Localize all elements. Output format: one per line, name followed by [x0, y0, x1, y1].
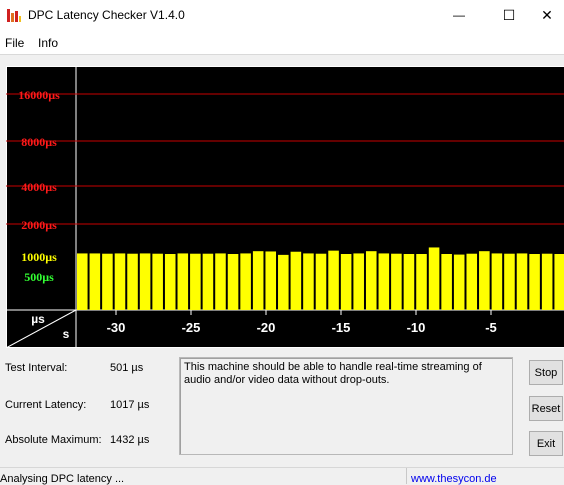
title-bar: DPC Latency Checker V1.4.0 — ☐ ✕: [0, 0, 564, 30]
latency-bar: [291, 252, 302, 310]
window-title: DPC Latency Checker V1.4.0: [28, 8, 185, 22]
x-tick-label: -5: [485, 320, 497, 335]
latency-bar: [90, 253, 101, 310]
y-tick-label: 1000µs: [21, 250, 57, 264]
latency-bar: [379, 253, 390, 310]
latency-chart-svg: 16000µs 8000µs 4000µs 2000µs 1000µs 500µs µs s -…: [6, 66, 564, 348]
latency-bar: [77, 253, 88, 310]
x-tick-label: -20: [257, 320, 276, 335]
latency-bar: [316, 254, 327, 310]
website-link[interactable]: www.thesycon.de: [411, 473, 497, 485]
y-tick-label: 500µs: [24, 270, 54, 284]
x-tick-label: -25: [182, 320, 201, 335]
absolute-maximum-value: 1432 µs: [110, 434, 149, 446]
latency-bar: [303, 253, 314, 310]
latency-bar: [416, 254, 427, 310]
x-unit-label: s: [63, 327, 70, 341]
latency-bar: [517, 253, 528, 310]
latency-bar: [542, 254, 553, 310]
y-unit-label: µs: [31, 312, 45, 326]
current-latency-label: Current Latency:: [5, 399, 86, 411]
latency-chart: 16000µs 8000µs 4000µs 2000µs 1000µs 500µs µs s -…: [6, 66, 564, 348]
latency-bar: [441, 254, 452, 310]
x-tick-label: -15: [332, 320, 351, 335]
status-message-box: This machine should be able to handle re…: [179, 357, 513, 455]
minimize-button[interactable]: —: [436, 0, 482, 30]
maximize-icon: ☐: [503, 7, 516, 24]
latency-bar: [152, 254, 163, 310]
latency-bar: [353, 253, 364, 310]
maximize-button[interactable]: ☐: [486, 0, 532, 30]
y-tick-label: 4000µs: [21, 180, 57, 194]
latency-bar: [215, 253, 226, 310]
latency-bar: [391, 254, 402, 310]
latency-bar: [278, 255, 289, 310]
latency-bar: [165, 254, 176, 310]
latency-bar: [190, 254, 201, 310]
latency-bar: [504, 254, 515, 310]
latency-bar: [265, 251, 276, 310]
test-interval-value: 501 µs: [110, 362, 143, 374]
latency-bar: [366, 251, 377, 310]
status-text: Analysing DPC latency ...: [0, 473, 124, 485]
latency-bar: [140, 253, 151, 310]
latency-bar: [228, 254, 239, 310]
latency-bar: [240, 253, 251, 310]
latency-bar: [178, 253, 189, 310]
latency-bar: [102, 254, 113, 310]
latency-bar: [479, 251, 490, 310]
x-tick-label: -30: [107, 320, 126, 335]
close-button[interactable]: ✕: [530, 0, 564, 30]
current-latency-value: 1017 µs: [110, 399, 149, 411]
latency-bar: [328, 251, 339, 310]
exit-button[interactable]: Exit: [529, 431, 563, 456]
latency-bar: [554, 254, 564, 310]
y-tick-label: 2000µs: [21, 218, 57, 232]
latency-bar: [466, 254, 477, 310]
menu-file[interactable]: File: [5, 36, 24, 50]
latency-bar: [454, 255, 465, 310]
minimize-icon: —: [453, 8, 465, 22]
test-interval-label: Test Interval:: [5, 362, 67, 374]
latency-bar: [341, 254, 352, 310]
stop-button[interactable]: Stop: [529, 360, 563, 385]
latency-bar: [203, 254, 214, 310]
y-tick-label: 8000µs: [21, 135, 57, 149]
close-icon: ✕: [541, 7, 553, 24]
status-divider: [406, 468, 407, 484]
menu-info[interactable]: Info: [38, 36, 58, 50]
x-tick-label: -10: [407, 320, 426, 335]
latency-bar: [253, 251, 264, 310]
absolute-maximum-label: Absolute Maximum:: [5, 434, 102, 446]
bar-chart-app-icon: [6, 7, 22, 23]
latency-bar: [127, 254, 138, 310]
menu-divider: [0, 54, 564, 55]
y-tick-label: 16000µs: [18, 88, 60, 102]
menu-bar: [0, 30, 564, 54]
latency-bar: [492, 253, 503, 310]
latency-bar: [404, 254, 415, 310]
latency-bar: [429, 247, 440, 310]
latency-bar: [529, 254, 540, 310]
reset-button[interactable]: Reset: [529, 396, 563, 421]
latency-bar: [115, 253, 126, 310]
